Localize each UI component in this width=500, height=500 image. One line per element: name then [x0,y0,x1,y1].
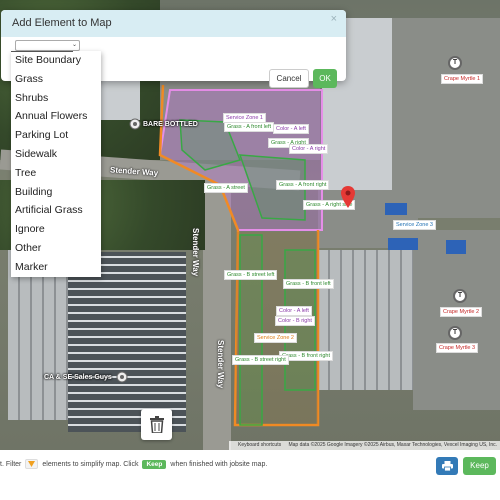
map-attribution: Keyboard shortcuts Map data ©2025 Google… [229,441,500,450]
dropdown-option[interactable]: Marker [11,258,101,277]
keep-button[interactable]: Keep [463,457,496,475]
location-marker-icon[interactable] [341,186,355,208]
trash-icon [149,416,164,433]
dropdown-option[interactable]: Parking Lot [11,126,101,145]
zone-tag[interactable]: Grass - B front left [283,279,334,289]
tree-pin-icon[interactable]: T [448,326,462,340]
zone-tag[interactable]: Grass - A front right [276,180,330,190]
tree-pin-icon[interactable]: T [453,289,467,303]
zone-tag[interactable]: Grass - A front left [224,122,275,132]
street-label: Stender Way [216,340,225,389]
keep-chip: Keep [142,459,167,469]
place-label[interactable]: BARE BOTTLED [143,121,198,128]
cancel-button[interactable]: Cancel [269,69,309,88]
place-pin-icon [129,118,141,130]
zone-tag[interactable]: Grass - A street [204,183,248,193]
dropdown-option[interactable]: Other [11,239,101,258]
street-label: Stender Way [191,228,200,277]
print-button[interactable] [436,457,458,475]
ok-button[interactable]: OK [313,69,337,88]
tree-label[interactable]: Crape Myrtle 3 [436,343,479,353]
element-type-dropdown[interactable]: Site Boundary Grass Shrubs Annual Flower… [11,51,101,277]
zone-tag[interactable]: Color - A left [273,124,309,134]
zone-tag[interactable]: Color - A right [289,144,329,154]
dialog-header: Add Element to Map × [1,10,346,37]
zone-tag[interactable]: Color - A left [276,306,312,316]
instructions-part: elements to simplify map. Click [42,460,139,468]
dropdown-option[interactable]: Artificial Grass [11,201,101,220]
dropdown-option[interactable]: Building [11,183,101,202]
grass-b-street[interactable] [239,234,263,426]
instructions-text: t. Filter elements to simplify map. Clic… [0,459,267,469]
dropdown-option[interactable]: Annual Flowers [11,107,101,126]
dropdown-option[interactable]: Site Boundary [11,51,101,70]
map-credits: Map data ©2025 Google Imagery ©2025 Airb… [288,442,497,448]
place-label[interactable]: CA & SE Sales Guys [44,374,112,381]
instructions-part: t. Filter [0,460,22,468]
place-pin-icon [116,371,128,383]
tree-label[interactable]: Crape Myrtle 2 [440,307,483,317]
dropdown-option[interactable]: Sidewalk [11,145,101,164]
zone-tag[interactable]: Service Zone 3 [393,220,436,230]
element-type-select[interactable]: ⌄ [15,40,80,51]
dropdown-option[interactable]: Grass [11,70,101,89]
close-icon[interactable]: × [331,13,337,25]
zone-tag[interactable]: Service Zone 2 [254,333,297,343]
zone-tag[interactable]: Color - B right [275,316,315,326]
keyboard-shortcuts-link[interactable]: Keyboard shortcuts [238,442,281,448]
zone-tag[interactable]: Grass - B street right [232,355,289,365]
dropdown-option[interactable]: Ignore [11,220,101,239]
dropdown-option[interactable]: Shrubs [11,89,101,108]
delete-button[interactable] [141,409,172,440]
chevron-down-icon: ⌄ [71,42,77,48]
dialog-title: Add Element to Map [12,17,112,29]
tree-pin-icon[interactable]: T [448,56,462,70]
zone-tag[interactable]: Grass - B street left [224,270,278,280]
dropdown-option[interactable]: Tree [11,164,101,183]
print-icon [441,461,453,471]
bottom-bar: t. Filter elements to simplify map. Clic… [0,450,500,500]
dropdown-divider [11,51,73,52]
instructions-part: when finished with jobsite map. [170,460,268,468]
tree-label[interactable]: Crape Myrtle 1 [441,74,484,84]
app-root: Service Zone 1 Grass - A front left Colo… [0,0,500,500]
filter-icon [25,459,39,469]
